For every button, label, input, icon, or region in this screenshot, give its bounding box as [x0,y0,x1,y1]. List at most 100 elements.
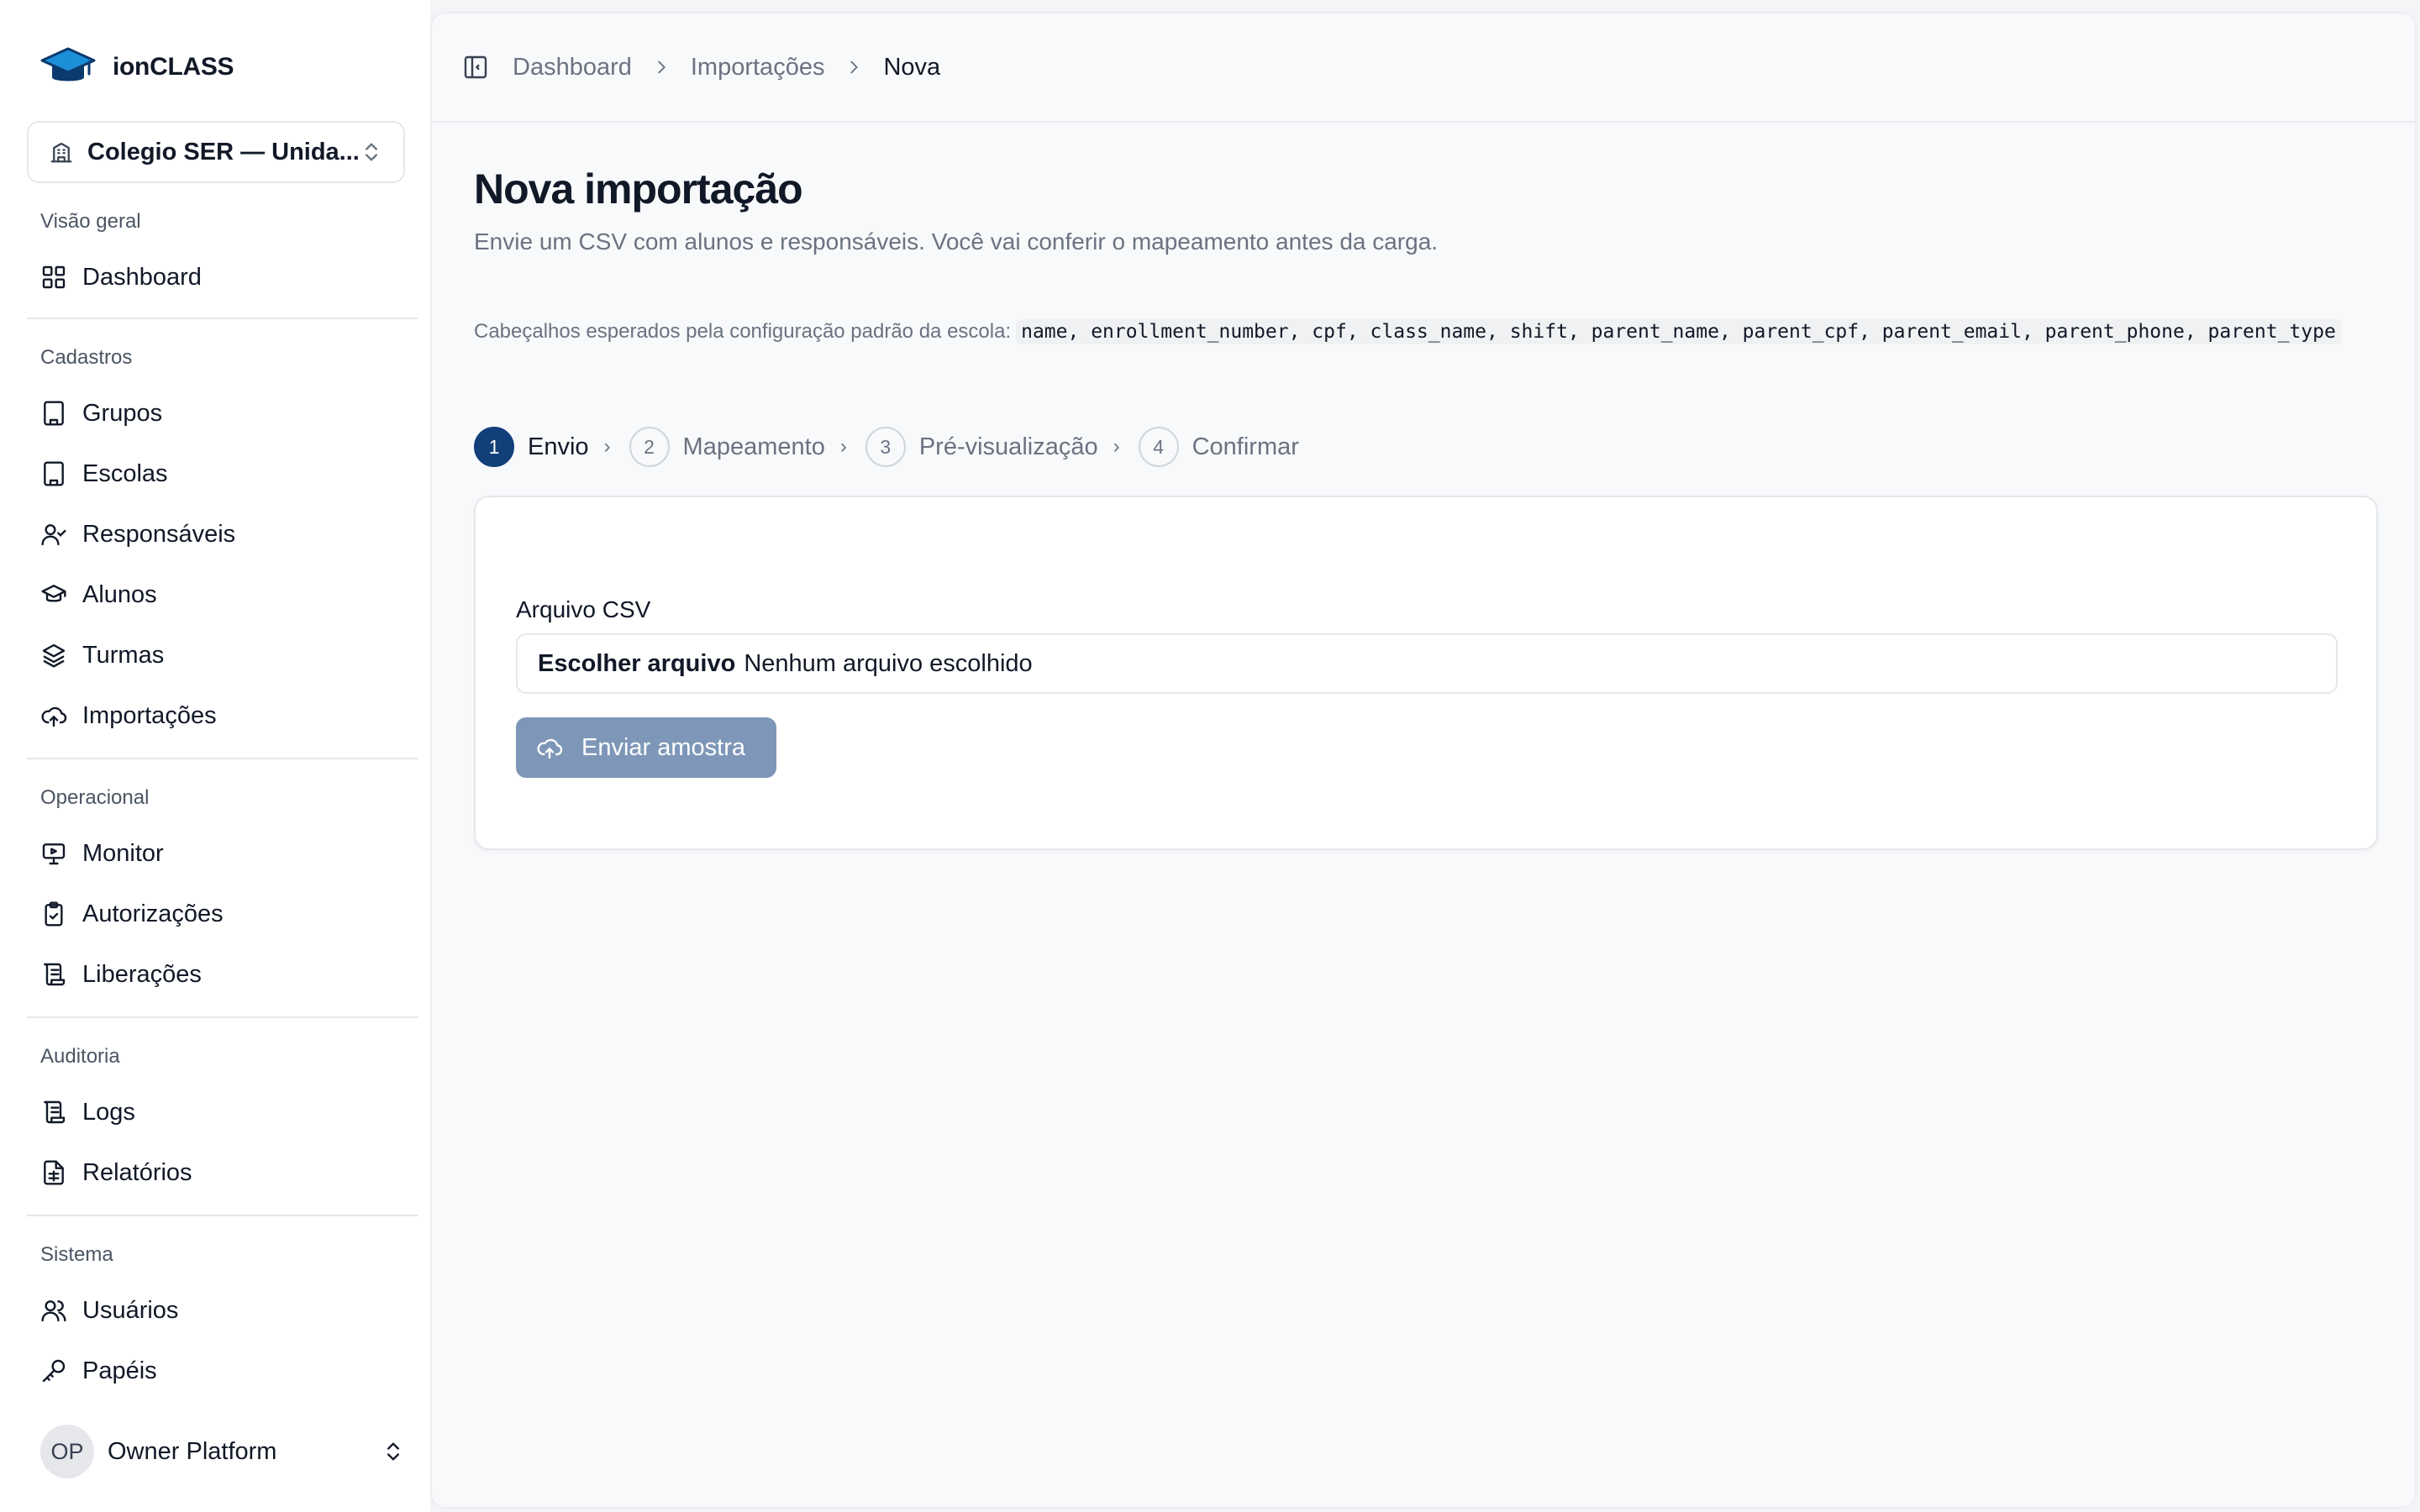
sidebar-item-label: Liberações [82,960,202,988]
sidebar-divider [27,1215,418,1216]
sidebar-item-monitor[interactable]: Monitor [27,828,413,879]
graduation-cap-logo-icon [40,47,96,81]
cloud-upload-icon [41,706,67,727]
sidebar-divider [27,758,418,759]
nav-group-label: Cadastros [40,346,133,369]
chevron-right-icon: › [839,435,847,458]
sidebar-divider [27,318,418,319]
breadcrumb-current: Nova [883,53,941,81]
graduation-cap-icon [41,585,66,602]
sidebar-item-label: Papéis [82,1357,157,1384]
sidebar-item-dashboard[interactable]: Dashboard [27,252,413,302]
clipboard-check-icon [45,901,63,927]
sidebar-item-logs[interactable]: Logs [27,1087,413,1137]
send-sample-button[interactable]: Enviar amostra [516,717,776,778]
sidebar-item-label: Alunos [82,580,157,608]
step-number: 1 [474,427,514,467]
chevrons-up-down-icon [366,143,377,161]
app-name: ionCLASS [113,53,234,81]
sidebar-item-label: Monitor [82,839,164,867]
sidebar-item-turmas[interactable]: Turmas [27,630,413,680]
expected-headers-note: Cabeçalhos esperados pela configuração p… [474,318,2373,346]
sidebar-item-label: Relatórios [82,1158,192,1186]
key-icon [42,1359,66,1383]
brand[interactable]: ionCLASS [40,42,234,92]
sidebar-item-usuarios[interactable]: Usuários [27,1285,413,1336]
scroll-icon [44,1100,66,1124]
sidebar: ionCLASS Colegio SER — Unida... Visão ge… [0,0,430,1512]
sidebar-item-label: Autorizações [82,900,224,927]
csv-file-input[interactable]: Escolher arquivo Nenhum arquivo escolhid… [516,633,2338,694]
step-confirmar[interactable]: 4 Confirmar [1138,427,1299,467]
step-mapeamento[interactable]: 2 Mapeamento [629,427,825,467]
step-label: Mapeamento [682,433,825,460]
sidebar-item-grupos[interactable]: Grupos [27,388,413,438]
user-check-icon [41,524,66,546]
step-number: 2 [629,427,670,467]
chevron-right-icon [844,58,863,76]
sidebar-item-label: Grupos [82,399,163,427]
sidebar-item-label: Importações [82,701,217,729]
upload-card: Arquivo CSV Escolher arquivo Nenhum arqu… [474,496,2378,850]
sidebar-item-papeis[interactable]: Papéis [27,1346,413,1396]
main-panel: Dashboard Importações Nova Nova importaç… [430,12,2417,1509]
choose-file-button[interactable]: Escolher arquivo [538,650,735,678]
building-icon [50,142,72,163]
step-pre-visualizacao[interactable]: 3 Pré-visualização [865,427,1098,467]
step-number: 4 [1138,427,1179,467]
nav-group-label: Sistema [40,1243,113,1266]
step-label: Confirmar [1192,433,1299,460]
chevron-right-icon: › [1113,435,1120,458]
expected-headers-label: Cabeçalhos esperados pela configuração p… [474,320,1012,343]
sidebar-item-escolas[interactable]: Escolas [27,449,413,499]
app-root: ionCLASS Colegio SER — Unida... Visão ge… [0,0,2420,1512]
expected-headers-code: name, enrollment_number, cpf, class_name… [1016,319,2341,344]
step-label: Pré-visualização [918,433,1098,460]
step-number: 3 [865,427,906,467]
user-menu[interactable]: OP Owner Platform [27,1423,405,1480]
org-selector-value: Colegio SER — Unida... [87,138,360,165]
sidebar-item-responsaveis[interactable]: Responsáveis [27,509,413,559]
import-stepper: 1 Envio › 2 Mapeamento › 3 Pré-visualiza… [474,427,1299,467]
chevron-right-icon: › [603,435,611,458]
panel-left-icon [464,55,487,79]
nav-group-label: Auditoria [40,1045,120,1068]
avatar: OP [40,1425,94,1478]
building-icon [44,401,64,426]
sidebar-item-label: Usuários [82,1296,179,1324]
sidebar-item-alunos[interactable]: Alunos [27,570,413,620]
org-selector[interactable]: Colegio SER — Unida... [27,121,405,183]
file-spreadsheet-icon [44,1160,64,1185]
sidebar-divider [27,1016,418,1018]
nav-group-label: Operacional [40,786,150,809]
sidebar-item-label: Logs [82,1098,135,1126]
users-icon [41,1300,66,1322]
sidebar-item-autorizacoes[interactable]: Autorizações [27,889,413,939]
send-sample-label: Enviar amostra [581,733,746,761]
building-icon [44,461,64,486]
chevrons-up-down-icon [387,1442,399,1461]
grid-icon [42,265,66,289]
breadcrumb-importacoes[interactable]: Importações [691,54,825,81]
layers-icon [42,643,66,668]
sidebar-item-label: Escolas [82,459,168,487]
sidebar-item-label: Dashboard [82,263,202,291]
user-name: Owner Platform [108,1437,277,1465]
cloud-upload-icon [537,738,563,759]
sidebar-item-importacoes[interactable]: Importações [27,690,413,741]
step-label: Envio [528,433,589,460]
step-envio[interactable]: 1 Envio [474,427,589,467]
sidebar-item-liberacoes[interactable]: Liberações [27,949,413,1000]
sidebar-item-label: Responsáveis [82,520,236,548]
breadcrumb-dashboard[interactable]: Dashboard [513,54,632,81]
topbar: Dashboard Importações Nova [432,13,2415,123]
sidebar-item-relatorios[interactable]: Relatórios [27,1147,413,1198]
page-title: Nova importação [474,165,803,213]
file-status-text: Nenhum arquivo escolhido [744,649,1033,677]
sidebar-item-label: Turmas [82,641,165,669]
page-subtitle: Envie um CSV com alunos e responsáveis. … [474,228,1439,255]
chevron-right-icon [652,58,671,76]
breadcrumb: Dashboard Importações Nova [513,54,940,81]
sidebar-toggle-button[interactable] [462,54,489,81]
scroll-icon [44,963,66,986]
